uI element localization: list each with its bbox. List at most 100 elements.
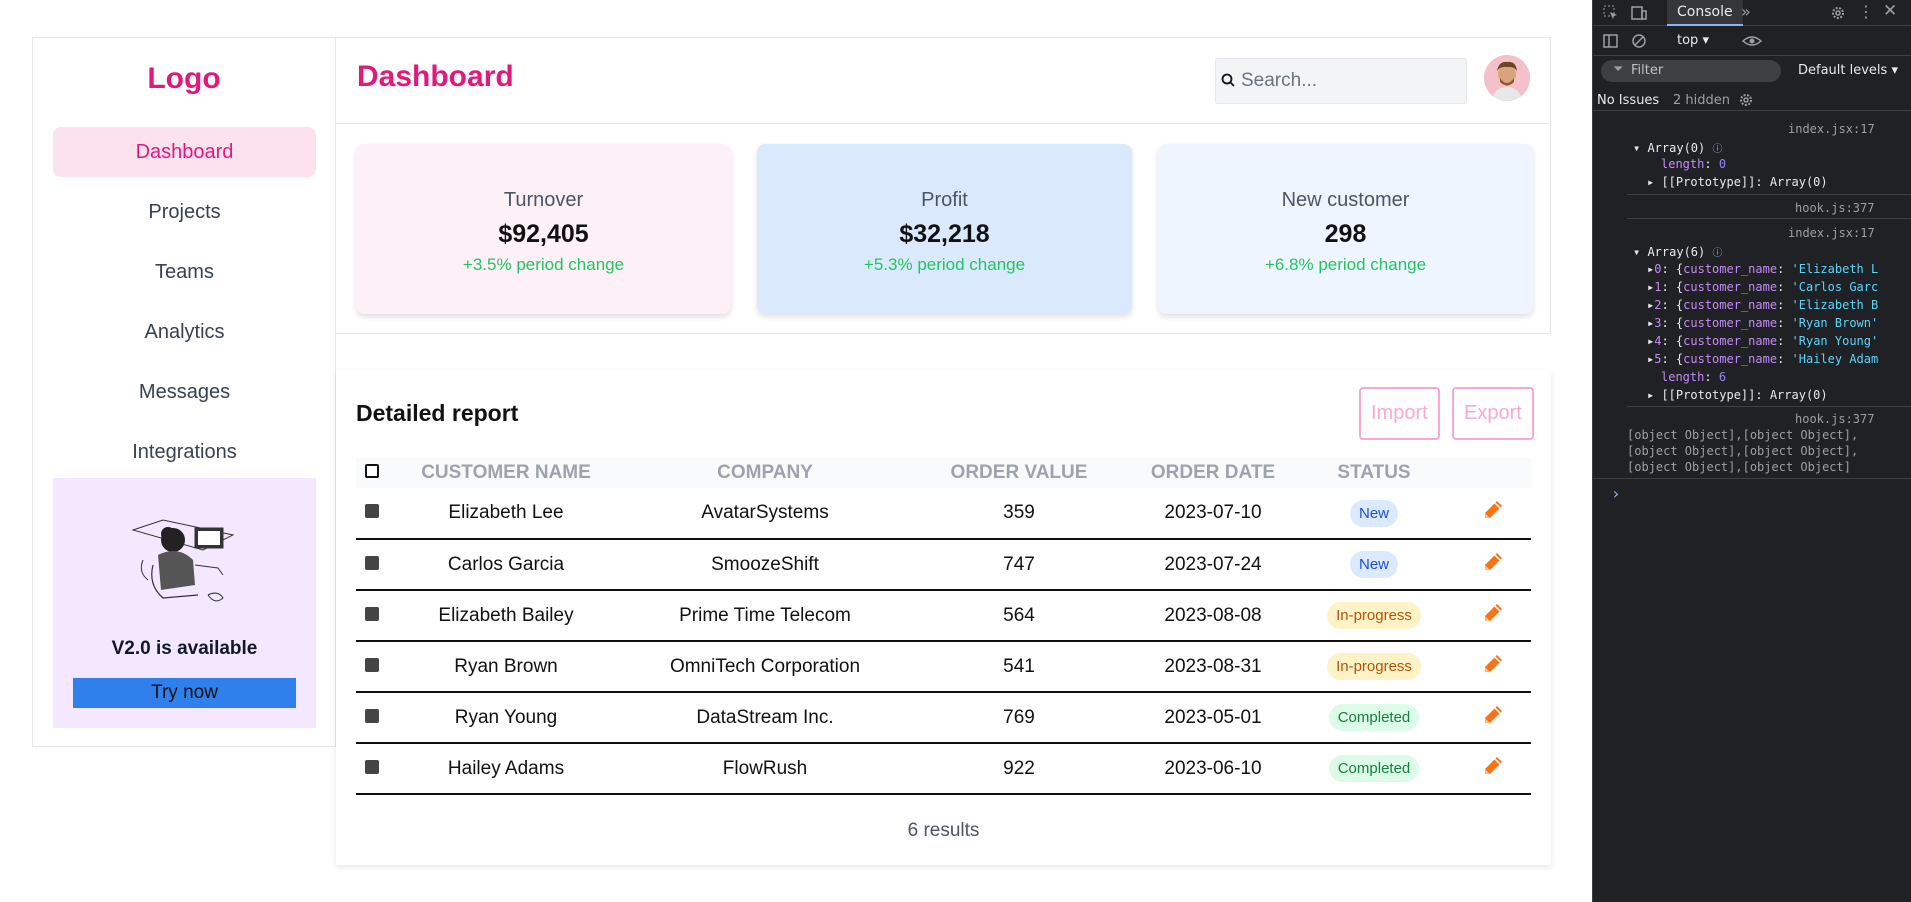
log-array-item[interactable]: ▸0: {customer_name: 'Elizabeth L bbox=[1647, 262, 1878, 276]
import-button[interactable]: Import bbox=[1359, 387, 1440, 440]
pencil-edit-icon[interactable] bbox=[1481, 498, 1505, 522]
select-all-cell bbox=[356, 458, 388, 488]
device-toolbar-icon[interactable] bbox=[1630, 4, 1648, 22]
person-at-desk-illustration bbox=[131, 519, 235, 602]
eye-icon[interactable] bbox=[1741, 32, 1763, 50]
order-date-cell: 2023-05-01 bbox=[1132, 692, 1294, 744]
stat-change: +3.5% period change bbox=[462, 255, 625, 274]
customer-name-cell: Carlos Garcia bbox=[388, 539, 624, 591]
row-checkbox[interactable] bbox=[365, 657, 379, 672]
console-filter-input[interactable]: ⏷ Filter bbox=[1601, 60, 1781, 82]
sidebar-item-messages[interactable]: Messages bbox=[53, 367, 316, 417]
log-source-link[interactable]: index.jsx:17 bbox=[1788, 226, 1875, 240]
pencil-edit-icon[interactable] bbox=[1481, 652, 1505, 676]
row-checkbox[interactable] bbox=[365, 759, 379, 774]
settings-icon[interactable] bbox=[1829, 4, 1847, 22]
log-source-link[interactable]: index.jsx:17 bbox=[1788, 122, 1875, 136]
column-header[interactable]: ORDER DATE bbox=[1132, 458, 1294, 488]
sidebar-item-teams[interactable]: Teams bbox=[53, 247, 316, 297]
pencil-edit-icon[interactable] bbox=[1481, 703, 1505, 727]
stat-value: 298 bbox=[1324, 220, 1367, 248]
order-value-cell: 747 bbox=[906, 539, 1132, 591]
item-value: 'Hailey Adam bbox=[1791, 352, 1879, 366]
log-prototype[interactable]: ▸ [[Prototype]]: Array(0) bbox=[1647, 388, 1828, 402]
log-array-head[interactable]: ▾ Array(0) ⓘ bbox=[1633, 140, 1722, 155]
status-badge: In-progress bbox=[1327, 653, 1421, 680]
log-prototype[interactable]: ▸ [[Prototype]]: Array(0) bbox=[1647, 175, 1828, 189]
log-hook-link[interactable]: hook.js:377 bbox=[1795, 201, 1874, 215]
sidebar-nav: Dashboard Projects Teams Analytics Messa… bbox=[53, 127, 316, 487]
pencil-edit-icon[interactable] bbox=[1481, 754, 1505, 778]
column-header[interactable]: CUSTOMER NAME bbox=[388, 458, 624, 488]
log-array-item[interactable]: ▸3: {customer_name: 'Ryan Brown' bbox=[1647, 316, 1878, 330]
search-box[interactable] bbox=[1215, 58, 1467, 104]
console-settings-icon[interactable] bbox=[1737, 91, 1755, 109]
customer-name-cell: Hailey Adams bbox=[388, 743, 624, 795]
clear-console-icon[interactable] bbox=[1630, 32, 1648, 50]
stat-change: +5.3% period change bbox=[863, 255, 1026, 274]
sidebar-item-dashboard[interactable]: Dashboard bbox=[53, 127, 316, 177]
length-key: length bbox=[1661, 157, 1705, 171]
issues-label[interactable]: No Issues bbox=[1597, 93, 1659, 108]
stat-card-profit: Profit $32,218 +5.3% period change bbox=[757, 144, 1132, 314]
avatar[interactable] bbox=[1484, 55, 1530, 101]
pencil-edit-icon[interactable] bbox=[1481, 550, 1505, 574]
kebab-menu-icon[interactable]: ⋮ bbox=[1858, 2, 1874, 21]
order-date-cell: 2023-07-10 bbox=[1132, 488, 1294, 540]
table-row[interactable]: Elizabeth Lee AvatarSystems 359 2023-07-10 N… bbox=[356, 488, 1531, 540]
order-date-cell: 2023-08-31 bbox=[1132, 641, 1294, 693]
row-checkbox[interactable] bbox=[365, 504, 379, 518]
sidebar-item-projects[interactable]: Projects bbox=[53, 187, 316, 237]
export-button[interactable]: Export bbox=[1452, 387, 1534, 440]
prototype-label: [[Prototype]]: Array(0) bbox=[1661, 388, 1828, 402]
log-array-head[interactable]: ▾ Array(6) ⓘ bbox=[1633, 244, 1722, 259]
row-checkbox[interactable] bbox=[365, 708, 379, 723]
table-row[interactable]: Ryan Brown OmniTech Corporation 541 2023-08… bbox=[356, 641, 1531, 693]
try-now-button[interactable]: Try now bbox=[73, 678, 296, 708]
more-tabs-icon[interactable]: » bbox=[1741, 2, 1751, 21]
sidebar-item-analytics[interactable]: Analytics bbox=[53, 307, 316, 357]
stat-card-new-customer: New customer 298 +6.8% period change bbox=[1158, 144, 1533, 314]
column-header[interactable]: ORDER VALUE bbox=[906, 458, 1132, 488]
log-array-item[interactable]: ▸4: {customer_name: 'Ryan Young' bbox=[1647, 334, 1878, 348]
pencil-edit-icon[interactable] bbox=[1481, 601, 1505, 625]
filter-icon: ⏷ bbox=[1613, 62, 1624, 77]
table-row[interactable]: Elizabeth Bailey Prime Time Telecom 564 202… bbox=[356, 590, 1531, 642]
divider bbox=[1593, 478, 1911, 479]
table-row[interactable]: Hailey Adams FlowRush 922 2023-06-10 Complet… bbox=[356, 743, 1531, 795]
row-checkbox[interactable] bbox=[365, 606, 379, 621]
default-levels-dropdown[interactable]: Default levels ▾ bbox=[1798, 63, 1898, 78]
row-checkbox[interactable] bbox=[365, 555, 379, 570]
search-input[interactable] bbox=[1241, 59, 1461, 103]
console-prompt[interactable]: › bbox=[1611, 484, 1621, 503]
order-date-cell: 2023-08-08 bbox=[1132, 590, 1294, 642]
inspect-element-icon[interactable] bbox=[1602, 4, 1620, 22]
actions-cell bbox=[1454, 539, 1531, 591]
select-all-checkbox[interactable] bbox=[365, 464, 379, 478]
detailed-report: Detailed report Import Export CUSTOMER N… bbox=[336, 370, 1551, 865]
divider bbox=[1593, 110, 1911, 111]
sidebar-toggle-icon[interactable] bbox=[1602, 32, 1620, 50]
log-array-item[interactable]: ▸1: {customer_name: 'Carlos Garc bbox=[1647, 280, 1878, 294]
row-select-cell bbox=[356, 641, 388, 693]
log-array-item[interactable]: ▸5: {customer_name: 'Hailey Adam bbox=[1647, 352, 1878, 366]
close-icon[interactable]: ✕ bbox=[1883, 1, 1897, 21]
item-key: customer_name bbox=[1683, 280, 1778, 294]
order-value-cell: 359 bbox=[906, 488, 1132, 540]
context-selector[interactable]: top ▾ bbox=[1677, 33, 1709, 48]
table-row[interactable]: Carlos Garcia SmoozeShift 747 2023-07-24 New bbox=[356, 539, 1531, 591]
item-index: 2 bbox=[1654, 298, 1662, 312]
log-array-item[interactable]: ▸2: {customer_name: 'Elizabeth B bbox=[1647, 298, 1878, 312]
order-value-cell: 922 bbox=[906, 743, 1132, 795]
actions-cell bbox=[1454, 641, 1531, 693]
sidebar-item-integrations[interactable]: Integrations bbox=[53, 427, 316, 477]
status-cell: Completed bbox=[1294, 692, 1454, 744]
item-key: customer_name bbox=[1683, 298, 1778, 312]
tab-console[interactable]: Console bbox=[1667, 0, 1743, 26]
devtools-toolbar: Console » ⋮ ✕ bbox=[1593, 0, 1911, 26]
divider bbox=[1627, 194, 1911, 195]
column-header[interactable]: COMPANY bbox=[624, 458, 906, 488]
log-hook-link[interactable]: hook.js:377 bbox=[1795, 412, 1874, 426]
column-header[interactable]: STATUS bbox=[1294, 458, 1454, 488]
table-row[interactable]: Ryan Young DataStream Inc. 769 2023-05-01 Co… bbox=[356, 692, 1531, 744]
